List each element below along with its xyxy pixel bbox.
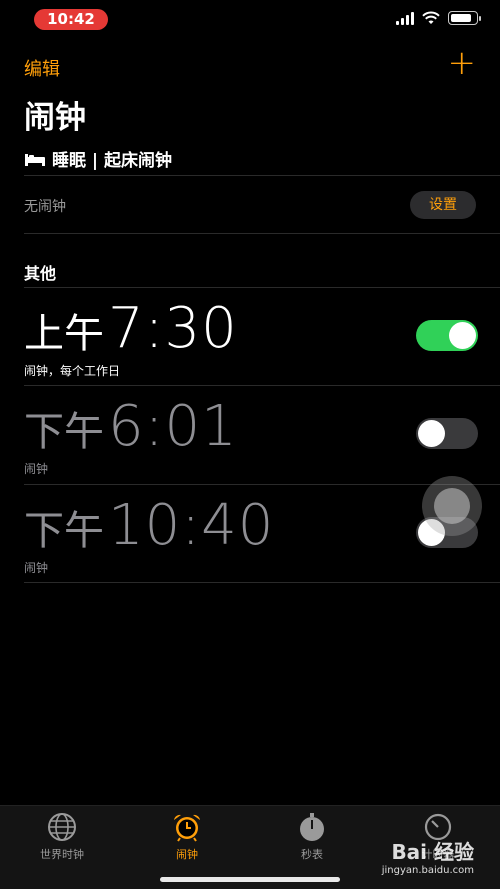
signal-icon [396,11,414,25]
globe-icon [48,813,76,841]
alarm-time: 下午 10:40 [24,493,274,558]
alarm-ampm: 上午 [24,311,104,357]
divider [24,233,500,234]
alarm-ampm: 下午 [24,508,104,554]
watermark-url: jingyan.baidu.com [381,865,474,876]
stopwatch-icon [300,813,324,841]
tab-stopwatch[interactable]: 秒表 [262,812,362,862]
divider [24,287,500,288]
tab-label: 世界时钟 [40,848,84,861]
divider [24,582,500,583]
sleep-section-header: 睡眠 | 起床闹钟 [24,146,172,171]
nav-bar: 编辑 + [0,46,500,84]
divider [24,175,500,176]
alarm-label: 闹钟 [24,462,49,476]
edit-button[interactable]: 编辑 [24,55,60,81]
sleep-header-label: 睡眠 | 起床闹钟 [52,151,173,171]
alarm-time: 下午 6:01 [24,394,238,459]
touch-indicator [422,476,482,536]
alarm-toggle[interactable] [416,320,478,351]
toggle-knob [449,322,476,349]
alarm-time: 上午 7:30 [24,296,238,361]
toggle-knob [418,420,445,447]
alarm-row[interactable]: 上午 7:30 闹钟，每个工作日 [0,290,500,388]
tab-world-clock[interactable]: 世界时钟 [12,812,112,862]
watermark-brand: Bai 经验 [391,840,474,864]
home-indicator[interactable] [160,877,340,882]
tab-alarm[interactable]: 闹钟 [137,812,237,862]
section-title-other: 其他 [24,264,57,283]
status-bar: 10:42 [0,0,500,40]
divider [24,385,500,386]
tab-label: 闹钟 [176,848,198,861]
alarm-clock-icon [174,814,200,842]
setup-button[interactable]: 设置 [410,191,476,219]
alarm-label: 闹钟 [24,561,49,575]
page-title: 闹钟 [24,100,86,136]
bed-icon [25,153,45,166]
wifi-icon [422,11,440,24]
alarm-toggle[interactable] [416,418,478,449]
add-alarm-button[interactable]: + [448,46,477,80]
divider [24,484,500,485]
status-icons [396,11,481,25]
alarm-ampm: 下午 [24,409,104,455]
tab-label: 秒表 [301,848,323,861]
alarm-clock: 7:30 [108,296,238,361]
watermark: Bai 经验 jingyan.baidu.com [382,836,474,876]
sleep-status: 无闹钟 [24,199,66,215]
alarm-row[interactable]: 下午 6:01 闹钟 [0,388,500,486]
status-time: 10:42 [34,9,108,30]
alarm-clock: 6:01 [108,394,238,459]
alarm-label: 闹钟，每个工作日 [24,364,121,378]
battery-icon [448,11,481,25]
alarm-clock: 10:40 [108,493,275,558]
